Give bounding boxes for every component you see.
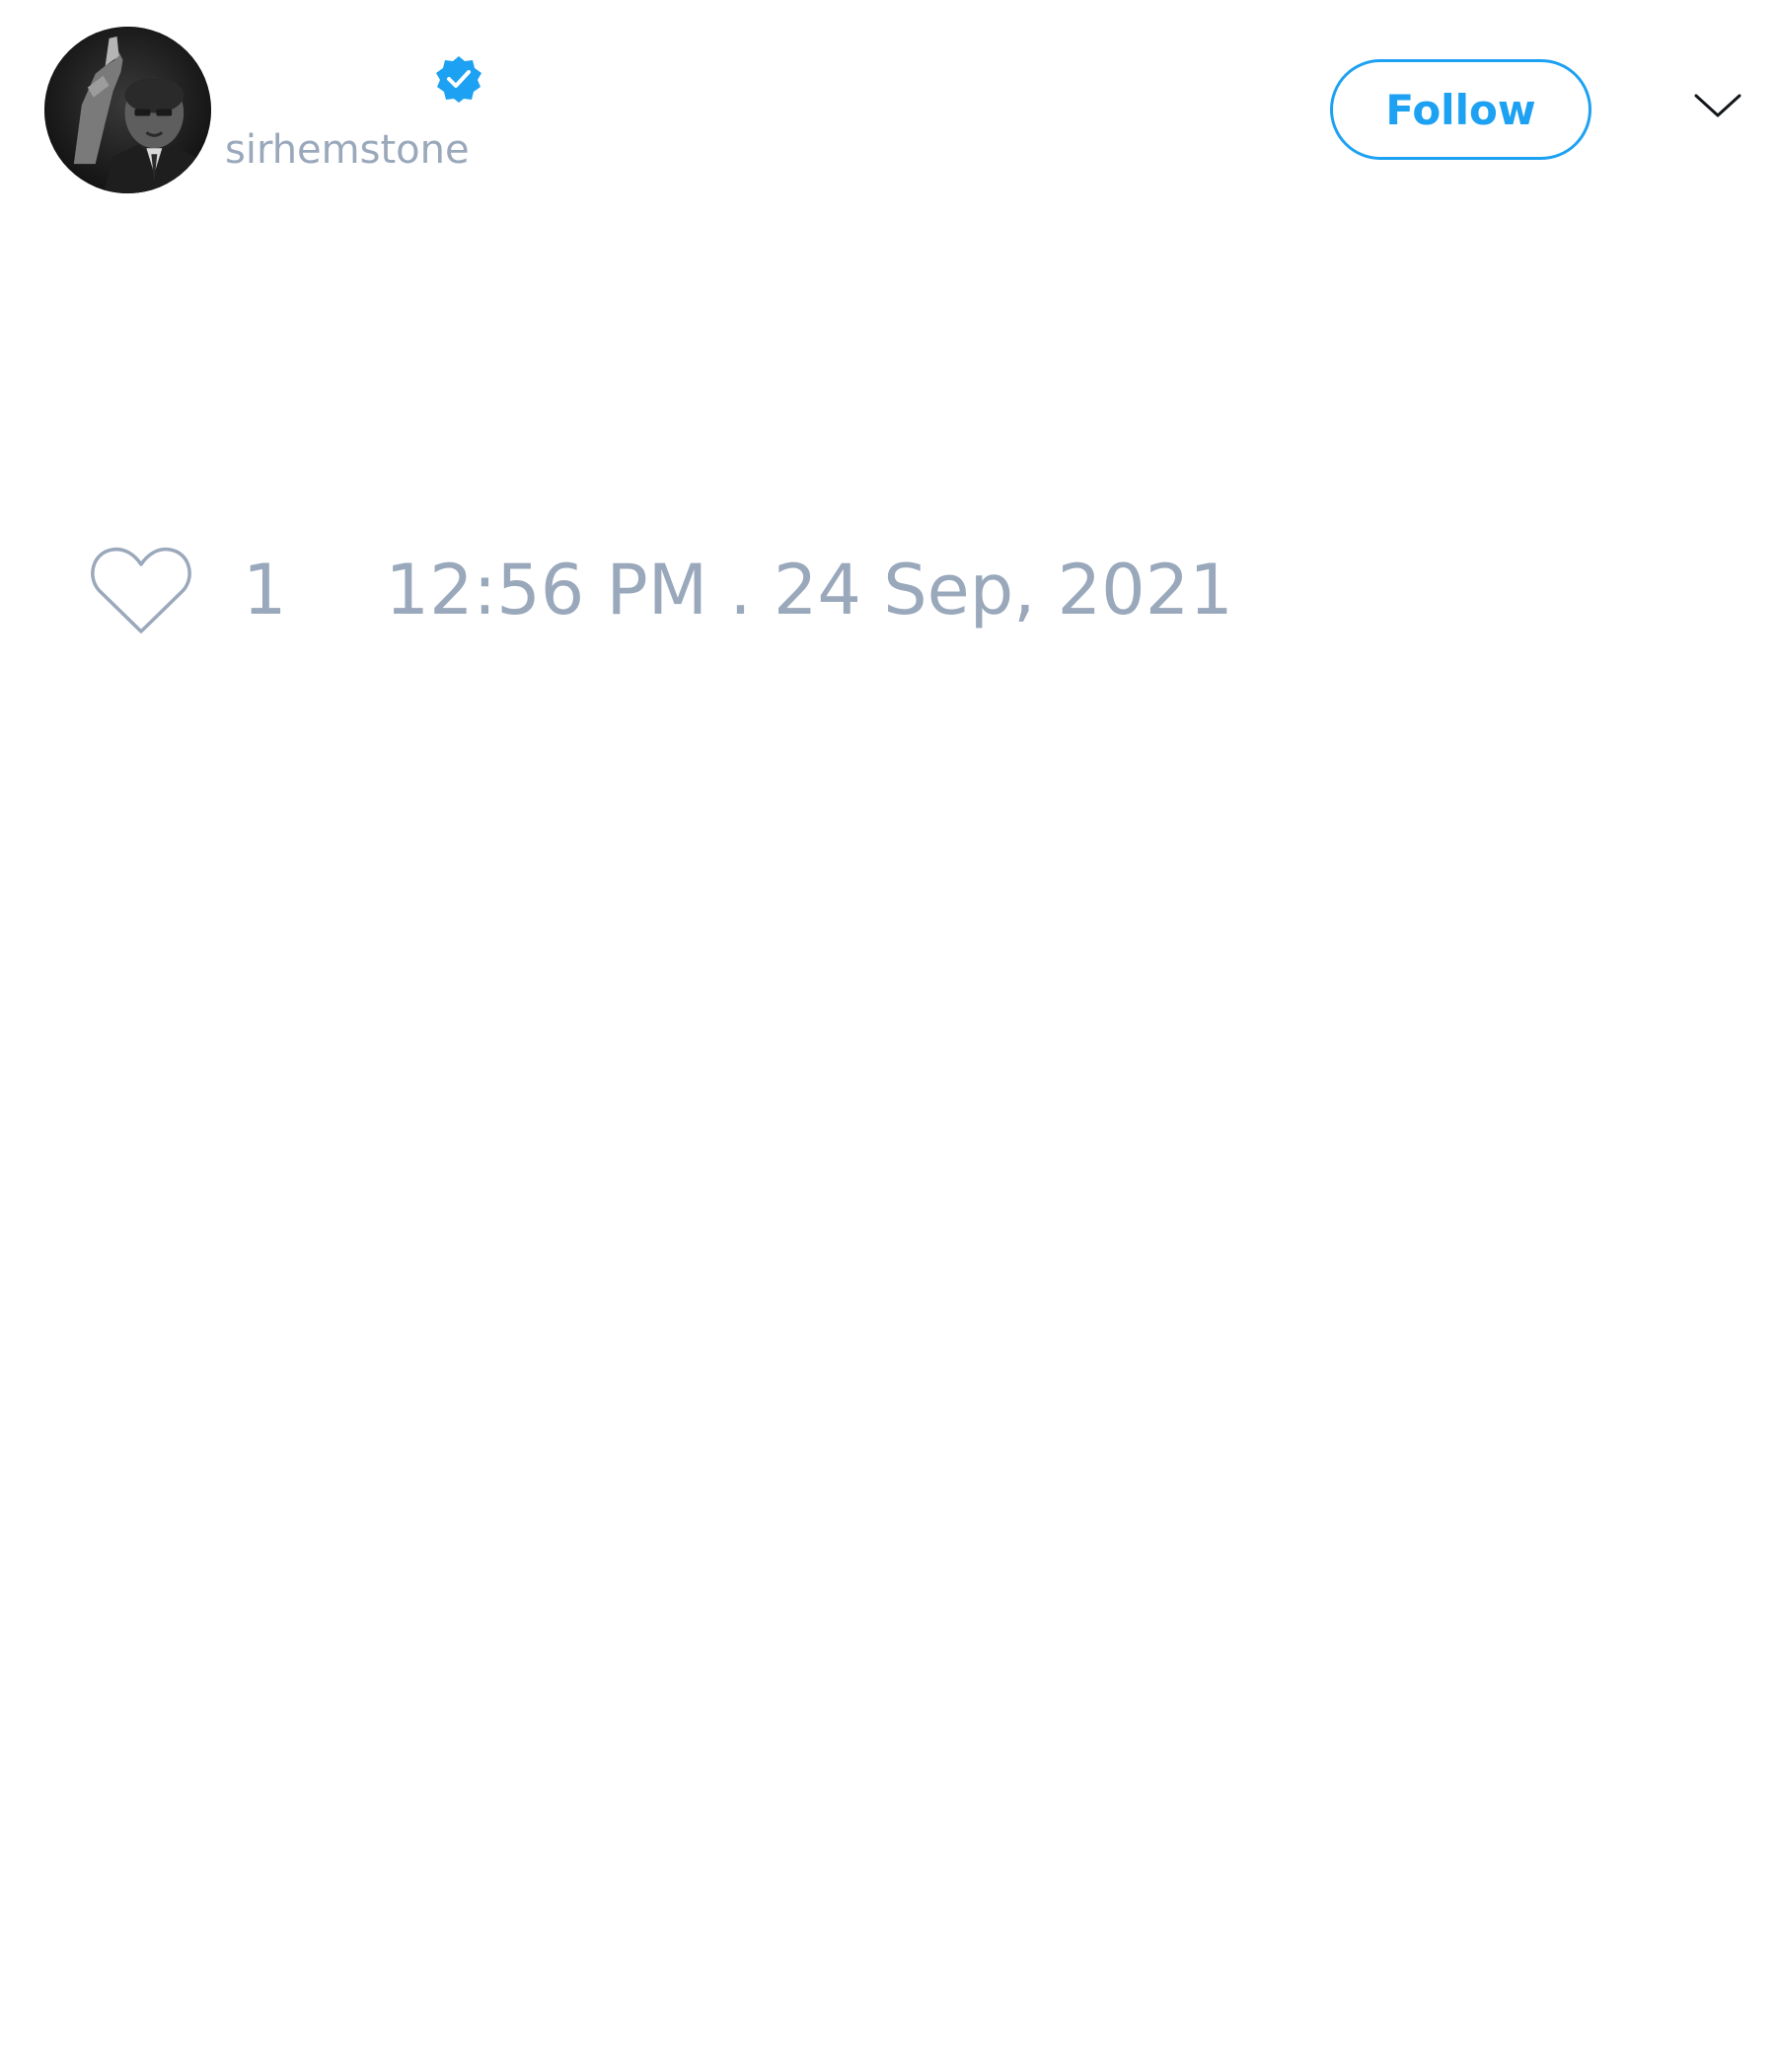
heart-icon[interactable] [89, 545, 193, 635]
verified-badge-icon [434, 54, 483, 104]
timestamp[interactable]: 12:56 PM . 24 Sep, 2021 [386, 543, 1233, 637]
avatar[interactable] [44, 27, 211, 193]
tweet-footer: 1 12:56 PM . 24 Sep, 2021 [89, 543, 1233, 637]
like-count: 1 [243, 550, 287, 630]
tweet-card: sirhemstone Follow 1 12:56 PM . 24 Sep, … [0, 0, 1776, 2072]
user-handle[interactable]: sirhemstone [225, 126, 470, 174]
chevron-down-icon[interactable] [1693, 91, 1742, 120]
avatar-photo [44, 27, 211, 193]
follow-button[interactable]: Follow [1330, 59, 1591, 160]
